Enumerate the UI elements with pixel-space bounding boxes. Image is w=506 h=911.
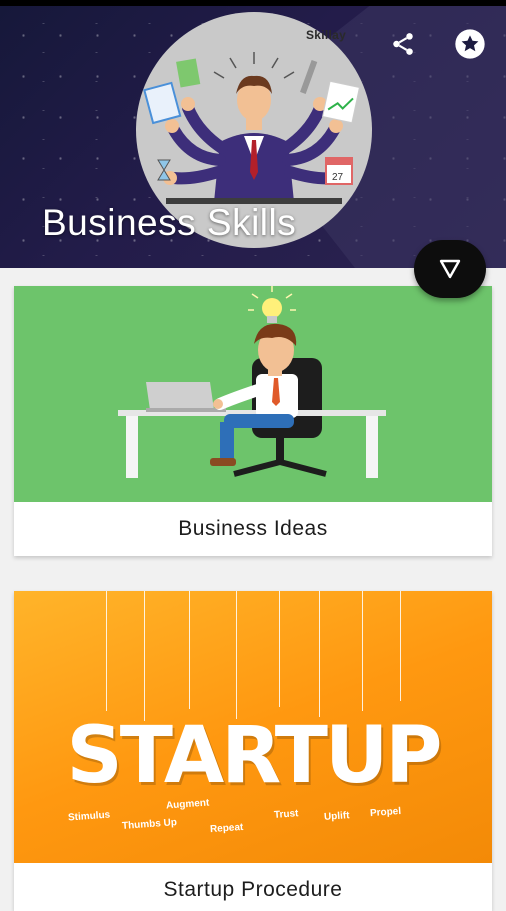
tag-word: Augment bbox=[165, 797, 210, 812]
favorite-button[interactable] bbox=[452, 26, 488, 62]
svg-text:27: 27 bbox=[332, 172, 344, 183]
tag-word: Stimulus bbox=[67, 809, 111, 824]
hanging-string bbox=[189, 591, 190, 709]
star-circle-icon bbox=[455, 29, 485, 59]
card-label: Business Ideas bbox=[178, 517, 328, 540]
tag-word: Thumbs Up bbox=[121, 817, 178, 832]
hanging-string bbox=[400, 591, 401, 701]
tag-word: Repeat bbox=[209, 821, 244, 836]
hanging-string bbox=[279, 591, 280, 707]
startup-procedure-image: STARTUP Stimulus Thumbs Up Augment Repea… bbox=[14, 591, 492, 863]
filter-fab-button[interactable] bbox=[414, 240, 486, 298]
tag-word: Propel bbox=[369, 805, 402, 820]
tag-word: Uplift bbox=[323, 810, 350, 823]
tag-word: Trust bbox=[273, 808, 299, 821]
app-header: 27 Skillay Business Skills bbox=[0, 6, 506, 268]
card-business-ideas[interactable]: Business Ideas bbox=[14, 286, 492, 556]
triangle-down-icon bbox=[439, 259, 461, 279]
startup-word: STARTUP bbox=[66, 711, 443, 801]
hanging-string bbox=[362, 591, 363, 711]
business-ideas-image bbox=[14, 286, 492, 502]
hanging-string bbox=[319, 591, 320, 717]
hanging-string bbox=[106, 591, 107, 711]
page-title: Business Skills bbox=[42, 202, 297, 243]
share-icon bbox=[393, 33, 413, 55]
businessman-at-desk-illustration bbox=[118, 286, 386, 478]
hanging-string bbox=[236, 591, 237, 719]
share-button[interactable] bbox=[385, 26, 421, 62]
hanging-string bbox=[144, 591, 145, 721]
card-startup-procedure[interactable]: STARTUP Stimulus Thumbs Up Augment Repea… bbox=[14, 591, 492, 911]
card-label: Startup Procedure bbox=[163, 878, 343, 901]
brand-logo: Skillay bbox=[306, 28, 347, 42]
